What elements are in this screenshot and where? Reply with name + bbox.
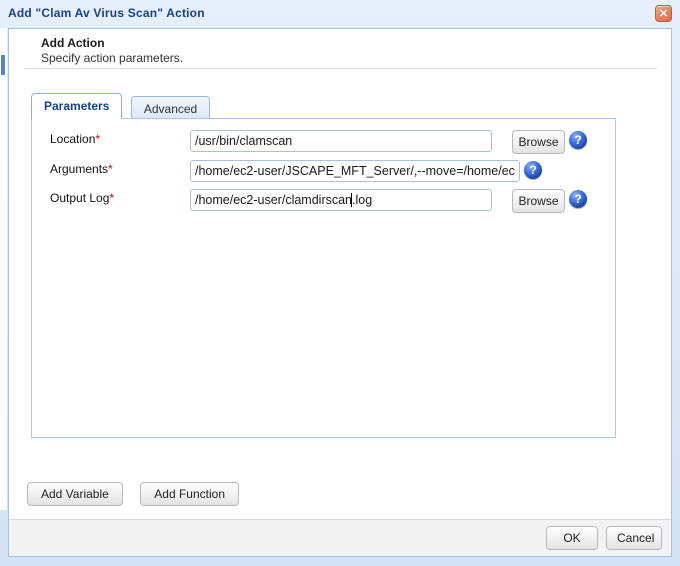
required-mark: *	[108, 162, 113, 176]
dialog-title: Add "Clam Av Virus Scan" Action	[8, 6, 205, 20]
background-edge-sliver	[1, 55, 5, 75]
output-log-input[interactable]	[190, 189, 492, 211]
section-subtitle: Specify action parameters.	[41, 51, 183, 65]
add-function-button[interactable]: Add Function	[140, 482, 239, 506]
tab-strip: Parameters Advanced	[31, 92, 214, 118]
section-title: Add Action	[41, 36, 105, 50]
dialog-titlebar: Add "Clam Av Virus Scan" Action ✕	[0, 0, 680, 28]
required-mark: *	[109, 191, 114, 205]
output-log-help-icon[interactable]: ?	[569, 190, 587, 208]
add-action-dialog: Add "Clam Av Virus Scan" Action ✕ Add Ac…	[0, 0, 680, 566]
dialog-panel: Add Action Specify action parameters. Pa…	[8, 28, 672, 557]
location-help-icon[interactable]: ?	[569, 131, 587, 149]
required-mark: *	[95, 132, 100, 146]
text-caret	[351, 193, 352, 207]
parameters-tab-panel: Location* Browse ? Arguments* ? Output L…	[31, 118, 616, 438]
arguments-input[interactable]	[190, 160, 520, 182]
ok-button[interactable]: OK	[546, 526, 598, 550]
arguments-label-text: Arguments	[50, 162, 108, 176]
close-icon[interactable]: ✕	[655, 5, 672, 22]
location-label: Location*	[50, 132, 100, 146]
cancel-button[interactable]: Cancel	[606, 526, 662, 550]
arguments-label: Arguments*	[50, 162, 113, 176]
output-log-label: Output Log*	[50, 191, 114, 205]
output-log-browse-button[interactable]: Browse	[512, 189, 565, 213]
background-edge-strip	[0, 28, 7, 510]
header-divider	[25, 68, 657, 69]
helper-buttons: Add Variable Add Function	[27, 482, 252, 506]
location-input[interactable]	[190, 130, 492, 152]
output-log-label-text: Output Log	[50, 191, 109, 205]
dialog-footer: OK Cancel	[9, 519, 671, 556]
tab-advanced[interactable]: Advanced	[131, 96, 210, 120]
tab-parameters[interactable]: Parameters	[31, 93, 122, 119]
location-label-text: Location	[50, 132, 95, 146]
arguments-help-icon[interactable]: ?	[524, 161, 542, 179]
location-browse-button[interactable]: Browse	[512, 130, 565, 154]
add-variable-button[interactable]: Add Variable	[27, 482, 123, 506]
